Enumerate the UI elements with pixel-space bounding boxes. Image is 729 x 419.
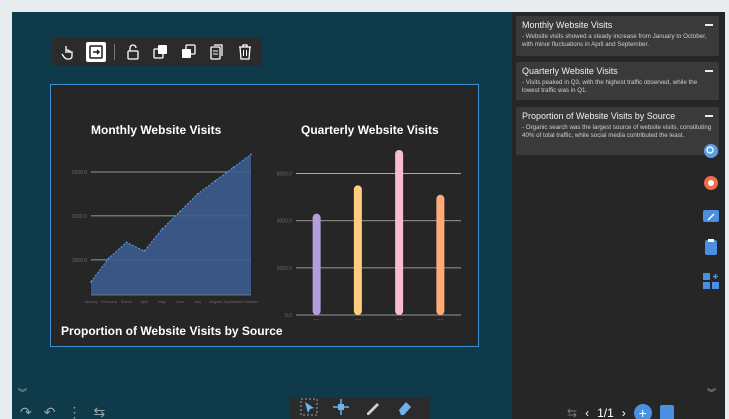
move-tool-icon[interactable]	[332, 398, 350, 419]
monthly-area-chart: 1500.0 2000.0 2500.0 January February March Ap…	[72, 153, 259, 304]
prev-page-icon[interactable]: ‹	[585, 406, 589, 419]
undo-icon[interactable]: ↶	[44, 404, 56, 419]
page-navigation: ⇆ ‹ 1/1 › +	[567, 404, 674, 419]
y-tick-label: 6000.0	[277, 172, 293, 178]
quarterly-chart-title: Quarterly Website Visits	[301, 123, 439, 137]
x-tick-label: May	[158, 299, 166, 304]
chevron-down-icon[interactable]: ︾	[707, 386, 716, 399]
bar	[395, 150, 404, 315]
collapse-icon[interactable]	[705, 24, 713, 26]
y-tick-label: 4000.0	[277, 219, 293, 225]
notes-panel: Monthly Website Visits - Website visits …	[512, 12, 725, 419]
data-point	[125, 241, 128, 244]
screen-cast-icon[interactable]	[702, 208, 720, 226]
quarterly-bar-chart: 0.0 2000.0 4000.0 6000.0 Q1 Q2 Q3 Q4	[277, 150, 461, 320]
x-tick-label: September	[223, 299, 243, 304]
unlock-icon[interactable]	[123, 42, 143, 62]
x-tick-label: February	[101, 299, 117, 304]
note-card[interactable]: Proportion of Website Visits by Source -…	[516, 107, 719, 155]
trash-icon[interactable]	[235, 42, 255, 62]
bar	[312, 213, 321, 315]
select-tool-icon[interactable]	[300, 398, 318, 419]
send-backward-icon[interactable]	[179, 42, 199, 62]
note-body: - Website visits showed a steady increas…	[522, 33, 707, 48]
x-tick-label: April	[140, 299, 148, 304]
data-point	[196, 193, 199, 195]
y-tick-label: 0.0	[285, 313, 292, 319]
note-body: - Organic search was the largest source …	[522, 124, 712, 139]
data-point	[214, 179, 217, 182]
y-tick-label: 2500.0	[72, 170, 88, 176]
x-tick-label: Q4	[437, 319, 444, 320]
x-tick-label: July	[194, 299, 201, 304]
bring-forward-icon[interactable]	[151, 42, 171, 62]
note-title: Proportion of Website Visits by Source	[522, 111, 676, 121]
note-title: Monthly Website Visits	[522, 20, 613, 30]
clipboard-icon[interactable]	[702, 238, 720, 256]
collapse-icon[interactable]	[705, 115, 713, 117]
object-toolbar	[52, 38, 262, 66]
x-tick-label: Q1	[313, 319, 320, 320]
toolbar-divider	[114, 44, 115, 60]
bar	[353, 185, 362, 315]
more-icon[interactable]: ⋮	[67, 404, 81, 419]
x-tick-label: Q3	[396, 319, 403, 320]
area-series	[91, 154, 251, 295]
x-tick-label: October	[244, 299, 259, 304]
y-tick-label: 2000.0	[72, 214, 88, 220]
copy-icon[interactable]	[207, 42, 227, 62]
next-page-icon[interactable]: ›	[622, 406, 626, 419]
note-card[interactable]: Monthly Website Visits - Website visits …	[516, 16, 719, 56]
bar	[436, 194, 445, 315]
x-tick-label: March	[121, 299, 132, 304]
x-tick-label: Q2	[355, 319, 362, 320]
monthly-chart-title: Monthly Website Visits	[91, 123, 222, 137]
search-cloud-icon[interactable]	[702, 142, 720, 160]
page-indicator: 1/1	[597, 406, 614, 419]
page-list-icon[interactable]	[659, 405, 674, 419]
exit-icon[interactable]	[86, 42, 106, 62]
record-icon[interactable]	[702, 174, 720, 192]
data-point	[179, 210, 181, 213]
drawing-toolbar	[290, 398, 430, 419]
sync-icon[interactable]: ⇆	[93, 404, 105, 419]
swap-icon[interactable]: ⇆	[567, 406, 577, 419]
data-point	[90, 281, 92, 283]
hand-pointer-icon[interactable]	[58, 42, 78, 62]
note-card[interactable]: Quarterly Website Visits - Visits peaked…	[516, 62, 719, 100]
x-tick-label: August	[209, 299, 222, 304]
note-body: - Visits peaked in Q3, with the highest …	[522, 79, 698, 94]
y-tick-label: 1500.0	[72, 258, 88, 264]
data-point	[250, 153, 252, 156]
x-tick-label: January	[84, 299, 98, 304]
pen-tool-icon[interactable]	[364, 398, 382, 419]
side-toolbar	[698, 132, 725, 302]
data-point	[161, 228, 163, 230]
chevron-down-icon[interactable]: ︾	[18, 386, 27, 399]
eraser-tool-icon[interactable]	[396, 398, 414, 419]
data-point	[143, 250, 146, 252]
section-title: Proportion of Website Visits by Source	[61, 324, 283, 338]
x-tick-label: June	[176, 299, 185, 304]
redo-icon[interactable]: ↷	[20, 404, 32, 419]
history-controls: ↷ ↶ ⋮ ⇆	[20, 404, 105, 419]
add-page-button[interactable]: +	[633, 404, 652, 419]
data-point	[107, 257, 110, 259]
whiteboard-canvas[interactable]: Monthly Website Visits Quarterly Website…	[12, 12, 725, 419]
apps-icon[interactable]	[702, 272, 720, 290]
data-point	[232, 166, 235, 169]
collapse-icon[interactable]	[705, 70, 713, 72]
slide[interactable]: Monthly Website Visits Quarterly Website…	[50, 84, 479, 347]
y-tick-label: 2000.0	[277, 266, 293, 272]
note-title: Quarterly Website Visits	[522, 66, 618, 76]
